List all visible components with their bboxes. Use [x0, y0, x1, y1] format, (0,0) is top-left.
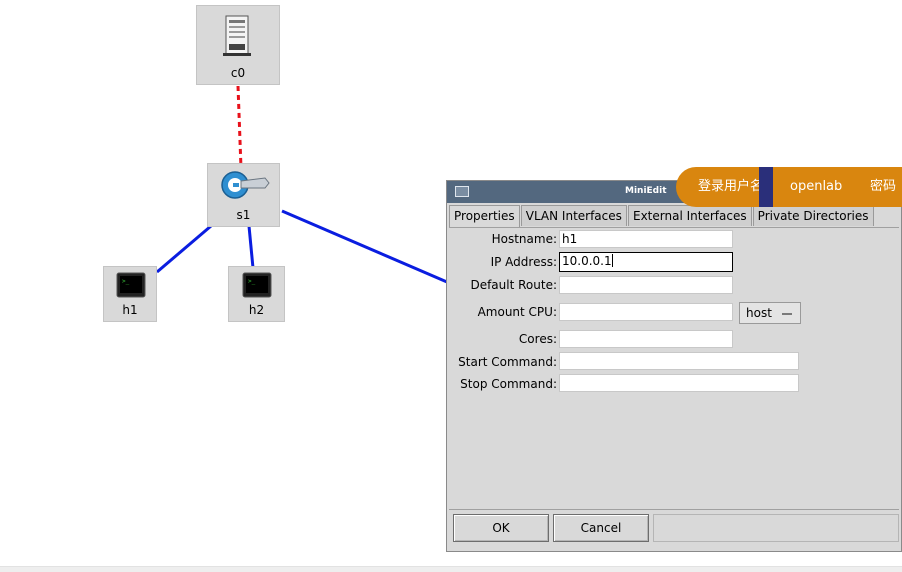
start-command-label: Start Command: — [458, 355, 557, 369]
text-caret — [611, 254, 613, 267]
ip-address-value: 10.0.0.1 — [562, 254, 612, 268]
tab-private-directories[interactable]: Private Directories — [752, 205, 874, 226]
switch-icon — [221, 171, 270, 199]
dialog-title: MiniEdit — [625, 186, 667, 196]
tab-external-interfaces[interactable]: External Interfaces — [628, 205, 752, 226]
node-h1[interactable]: >_ h1 — [103, 266, 157, 322]
stop-command-label: Stop Command: — [460, 377, 557, 391]
banner-username-value: openlab — [790, 179, 843, 194]
link-s1-dialog[interactable] — [281, 209, 448, 284]
link-c0-s1[interactable] — [236, 85, 243, 169]
default-route-field[interactable] — [559, 276, 733, 294]
host-terminal-icon: >_ — [116, 272, 146, 298]
node-label-h1: h1 — [122, 303, 138, 317]
start-command-field[interactable] — [559, 352, 799, 370]
hostname-label: Hostname: — [491, 232, 557, 246]
miniedit-canvas[interactable]: c0 s1 >_ h1 >_ h2 MiniEdit Properties VL… — [0, 0, 902, 572]
properties-panel: Hostname: h1 IP Address: 10.0.0.1 Defaul… — [449, 227, 899, 508]
ip-address-label: IP Address: — [490, 255, 557, 269]
tab-properties[interactable]: Properties — [449, 205, 520, 227]
hostname-field[interactable]: h1 — [559, 230, 733, 248]
dialog-button-bar: OK Cancel — [449, 509, 899, 548]
banner-username-label: 登录用户名: — [698, 179, 768, 194]
dialog-tabs: Properties VLAN Interfaces External Inte… — [449, 205, 874, 227]
banner-password-label: 密码 — [870, 179, 897, 194]
amount-cpu-field[interactable] — [559, 303, 733, 321]
option-menu-indicator-icon — [782, 313, 792, 315]
node-label-h2: h2 — [248, 303, 265, 317]
window-menu-icon[interactable] — [455, 186, 469, 197]
node-label-c0: c0 — [230, 66, 246, 80]
ip-address-field[interactable]: 10.0.0.1 — [559, 252, 733, 272]
svg-text:>_: >_ — [122, 278, 130, 285]
default-route-label: Default Route: — [470, 278, 557, 292]
ok-button[interactable]: OK — [453, 514, 549, 542]
tab-vlan-interfaces[interactable]: VLAN Interfaces — [520, 205, 627, 226]
cores-label: Cores: — [518, 332, 557, 346]
cpu-mode-select[interactable]: host — [739, 302, 801, 324]
node-s1[interactable]: s1 — [207, 163, 280, 227]
link-s1-h1[interactable] — [156, 224, 212, 274]
banner-cursor-marker — [759, 167, 773, 207]
link-s1-h2[interactable] — [247, 225, 255, 269]
stop-command-field[interactable] — [559, 374, 799, 392]
cpu-mode-value: host — [746, 306, 772, 320]
login-credentials-banner: 登录用户名: openlab 密码 — [676, 167, 902, 207]
cores-field[interactable] — [559, 330, 733, 348]
svg-text:>_: >_ — [248, 278, 256, 285]
bottom-status-strip — [0, 566, 902, 572]
button-bar-filler — [653, 514, 899, 542]
node-label-s1: s1 — [236, 208, 251, 222]
node-h2[interactable]: >_ h2 — [228, 266, 285, 322]
amount-cpu-label: Amount CPU: — [477, 305, 557, 319]
host-terminal-icon: >_ — [242, 272, 272, 298]
node-c0[interactable]: c0 — [196, 5, 280, 85]
controller-server-icon — [223, 15, 251, 56]
cancel-button[interactable]: Cancel — [553, 514, 649, 542]
host-properties-dialog: MiniEdit Properties VLAN Interfaces Exte… — [446, 180, 902, 552]
